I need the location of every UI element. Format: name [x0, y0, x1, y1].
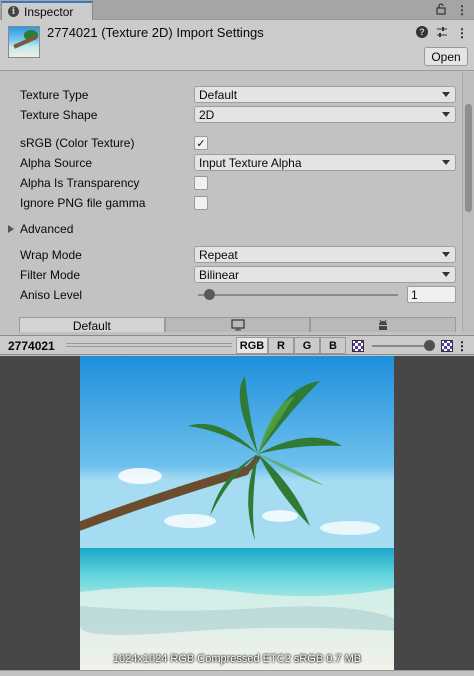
alpha-is-transparency-checkbox[interactable] — [194, 176, 208, 190]
preview-toolbar: 2774021 RGB R G B ⋮ — [0, 335, 474, 355]
texture-shape-label: Texture Shape — [20, 108, 98, 122]
mip-level-slider[interactable] — [372, 345, 432, 347]
texture-thumbnail — [8, 26, 40, 58]
filter-mode-dropdown[interactable]: Bilinear — [194, 266, 456, 283]
open-button[interactable]: Open — [424, 47, 468, 66]
alpha-is-transparency-label: Alpha Is Transparency — [20, 176, 140, 190]
android-icon — [377, 319, 389, 333]
aniso-level-label: Aniso Level — [20, 288, 83, 302]
chevron-down-icon — [442, 252, 450, 257]
chevron-down-icon — [442, 92, 450, 97]
wrap-mode-label: Wrap Mode — [20, 248, 82, 262]
tab-inspector[interactable]: i Inspector — [1, 1, 93, 20]
tab-platform-android[interactable] — [310, 317, 457, 333]
scrollbar-thumb[interactable] — [465, 104, 472, 212]
kebab-menu-icon[interactable]: ⋮ — [456, 26, 468, 41]
sliders-icon[interactable] — [436, 26, 448, 41]
mip-large-icon — [441, 340, 453, 352]
texture-type-value: Default — [199, 87, 238, 102]
tab-platform-default-label: Default — [72, 319, 111, 332]
texture-shape-value: 2D — [199, 107, 215, 122]
mip-small-icon — [352, 340, 364, 352]
tab-platform-standalone[interactable] — [164, 317, 311, 333]
kebab-menu-icon[interactable]: ⋮ — [456, 339, 468, 353]
chevron-down-icon — [442, 272, 450, 277]
aniso-level-slider-handle[interactable] — [204, 289, 215, 300]
preview-drag-handle[interactable] — [66, 343, 232, 347]
wrap-mode-value: Repeat — [199, 247, 238, 262]
inspector-header: 2774021 (Texture 2D) Import Settings ? ⋮… — [0, 20, 474, 71]
page-title: 2774021 (Texture 2D) Import Settings — [47, 25, 264, 40]
filter-mode-label: Filter Mode — [20, 268, 81, 282]
chevron-down-icon — [442, 112, 450, 117]
tab-label: Inspector — [24, 4, 74, 19]
import-settings: Texture Type Default Texture Shape 2D sR… — [0, 72, 462, 332]
info-icon: i — [8, 6, 19, 17]
platform-tabs: Default — [19, 317, 457, 333]
chevron-right-icon — [8, 225, 14, 233]
tab-platform-default[interactable]: Default — [19, 317, 165, 332]
checkmark-icon: ✓ — [196, 137, 206, 150]
ignore-png-gamma-checkbox[interactable] — [194, 196, 208, 210]
advanced-foldout[interactable]: Advanced — [8, 222, 73, 236]
alpha-source-dropdown[interactable]: Input Texture Alpha — [194, 154, 456, 171]
aniso-level-input[interactable]: 1 — [407, 286, 456, 303]
preview-title: 2774021 — [8, 339, 55, 353]
texture-shape-dropdown[interactable]: 2D — [194, 106, 456, 123]
texture-type-dropdown[interactable]: Default — [194, 86, 456, 103]
channel-rgb-button[interactable]: RGB — [236, 337, 268, 354]
tab-bar: i Inspector ⋮ — [0, 0, 474, 20]
filter-mode-value: Bilinear — [199, 267, 240, 282]
settings-scrollbar[interactable] — [462, 72, 474, 332]
mip-level-slider-handle[interactable] — [424, 340, 435, 351]
kebab-menu-icon[interactable]: ⋮ — [456, 3, 468, 18]
bottom-border — [0, 670, 474, 676]
wrap-mode-dropdown[interactable]: Repeat — [194, 246, 456, 263]
texture-preview: 1024x1024 RGB Compressed ETC2 sRGB 0.7 M… — [0, 356, 474, 670]
texture-info-caption: 1024x1024 RGB Compressed ETC2 sRGB 0.7 M… — [112, 653, 362, 665]
texture-preview-image — [80, 356, 394, 670]
lock-icon[interactable] — [436, 3, 446, 18]
channel-b-button[interactable]: B — [320, 337, 346, 354]
srgb-checkbox[interactable]: ✓ — [194, 136, 208, 150]
alpha-source-value: Input Texture Alpha — [199, 155, 302, 170]
aniso-level-slider[interactable] — [198, 294, 398, 296]
channel-g-button[interactable]: G — [294, 337, 320, 354]
channel-r-button[interactable]: R — [268, 337, 294, 354]
srgb-label: sRGB (Color Texture) — [20, 136, 135, 150]
monitor-icon — [230, 318, 245, 333]
advanced-label: Advanced — [20, 222, 74, 236]
chevron-down-icon — [442, 160, 450, 165]
help-icon[interactable]: ? — [416, 26, 428, 38]
alpha-source-label: Alpha Source — [20, 156, 93, 170]
texture-type-label: Texture Type — [20, 88, 89, 102]
ignore-png-gamma-label: Ignore PNG file gamma — [20, 196, 146, 210]
